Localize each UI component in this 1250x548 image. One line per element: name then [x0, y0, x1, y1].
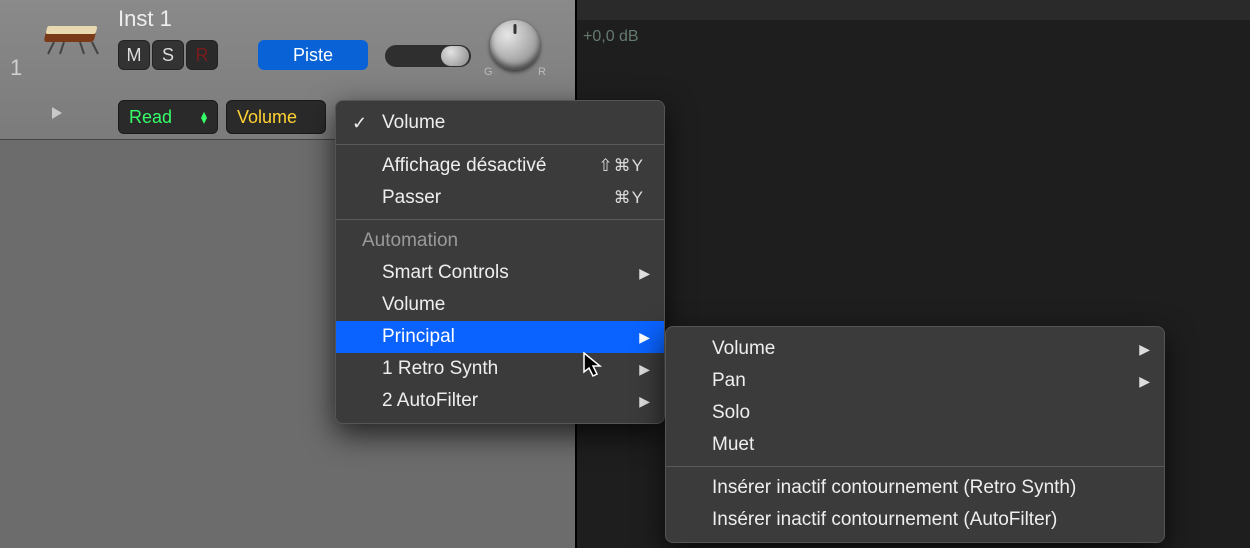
check-icon: ✓ — [352, 113, 367, 134]
menu-item-principal[interactable]: Principal ▶ — [336, 321, 664, 353]
menu-item-label: 2 AutoFilter — [382, 390, 478, 412]
menu-section-label: Automation — [362, 230, 458, 252]
pan-knob[interactable] — [490, 20, 540, 70]
chevron-right-icon: ▶ — [1139, 341, 1150, 358]
parameter-menu: ✓ Volume Affichage désactivé ⇧⌘Y Passer … — [335, 100, 665, 424]
automation-parameter-label: Volume — [237, 107, 297, 128]
parameter-submenu: Volume ▶ Pan ▶ Solo Muet Insérer inactif… — [665, 326, 1165, 543]
menu-item-shortcut: ⌘Y — [614, 188, 644, 208]
menu-item-pass[interactable]: Passer ⌘Y — [336, 182, 664, 214]
menu-item-volume[interactable]: Volume — [336, 289, 664, 321]
menu-item-volume-checked[interactable]: ✓ Volume — [336, 107, 664, 139]
menu-item-label: Insérer inactif contournement (Retro Syn… — [712, 477, 1076, 499]
chevron-right-icon: ▶ — [1139, 373, 1150, 390]
menu-item-smart-controls[interactable]: Smart Controls ▶ — [336, 257, 664, 289]
menu-item-label: Smart Controls — [382, 262, 509, 284]
chevron-right-icon: ▶ — [639, 329, 650, 346]
menu-item-autofilter[interactable]: 2 AutoFilter ▶ — [336, 385, 664, 417]
menu-item-label: Pan — [712, 370, 746, 392]
menu-item-label: Volume — [382, 112, 445, 134]
chevron-right-icon: ▶ — [639, 265, 650, 282]
submenu-item-volume[interactable]: Volume ▶ — [666, 333, 1164, 365]
volume-slider-thumb[interactable] — [441, 46, 469, 66]
menu-item-label: Passer — [382, 187, 441, 209]
menu-item-label: Volume — [382, 294, 445, 316]
arrange-ruler[interactable] — [575, 0, 1250, 20]
menu-item-label: Muet — [712, 434, 754, 456]
menu-item-shortcut: ⇧⌘Y — [598, 156, 644, 176]
chevron-right-icon: ▶ — [639, 393, 650, 410]
track-name-label[interactable]: Inst 1 — [118, 6, 172, 32]
menu-item-label: 1 Retro Synth — [382, 358, 498, 380]
menu-item-label: Volume — [712, 338, 775, 360]
volume-slider[interactable] — [385, 45, 471, 67]
chevron-right-icon: ▶ — [639, 361, 650, 378]
menu-separator — [336, 144, 664, 145]
menu-item-retro-synth[interactable]: 1 Retro Synth ▶ — [336, 353, 664, 385]
automation-mode-select[interactable]: Read ▴▾ — [118, 100, 218, 134]
pan-right-label: R — [538, 66, 546, 78]
automation-disclosure-icon[interactable] — [50, 104, 64, 127]
solo-button[interactable]: S — [152, 40, 184, 70]
menu-item-display-off[interactable]: Affichage désactivé ⇧⌘Y — [336, 150, 664, 182]
submenu-item-mute[interactable]: Muet — [666, 429, 1164, 461]
menu-item-label: Affichage désactivé — [382, 155, 546, 177]
pan-left-label: G — [484, 66, 493, 78]
submenu-item-bypass-autofilter[interactable]: Insérer inactif contournement (AutoFilte… — [666, 504, 1164, 536]
submenu-item-solo[interactable]: Solo — [666, 397, 1164, 429]
menu-item-label: Principal — [382, 326, 455, 348]
mute-button[interactable]: M — [118, 40, 150, 70]
record-enable-button[interactable]: R — [186, 40, 218, 70]
menu-separator — [666, 466, 1164, 467]
menu-separator — [336, 219, 664, 220]
track-mode-button[interactable]: Piste — [258, 40, 368, 70]
automation-parameter-select[interactable]: Volume — [226, 100, 326, 134]
instrument-icon[interactable] — [40, 8, 104, 56]
automation-mode-label: Read — [129, 107, 172, 128]
automation-value-label: +0,0 dB — [583, 28, 639, 46]
stepper-icon: ▴▾ — [201, 111, 207, 123]
menu-item-label: Insérer inactif contournement (AutoFilte… — [712, 509, 1057, 531]
submenu-item-bypass-retro[interactable]: Insérer inactif contournement (Retro Syn… — [666, 472, 1164, 504]
track-number: 1 — [10, 55, 22, 81]
submenu-item-pan[interactable]: Pan ▶ — [666, 365, 1164, 397]
menu-item-label: Solo — [712, 402, 750, 424]
menu-section-header: Automation — [336, 225, 664, 257]
